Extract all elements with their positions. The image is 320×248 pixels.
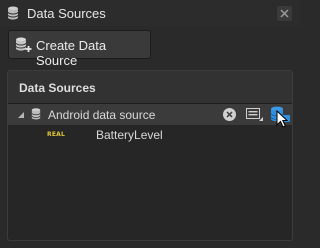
tree-item-label: Android data source [48, 108, 156, 122]
create-data-source-button[interactable]: Create Data Source [8, 30, 151, 68]
close-button[interactable] [277, 6, 292, 21]
panel-header: Data Sources [8, 71, 292, 104]
close-icon [280, 9, 289, 18]
expand-triangle-icon[interactable] [17, 111, 25, 119]
card-icon[interactable] [246, 108, 264, 122]
tree-item-android-data-source[interactable]: Android data source [8, 104, 292, 128]
tree-item-label: BatteryLevel [96, 128, 163, 142]
clear-button[interactable] [223, 108, 236, 121]
clear-icon [226, 111, 233, 118]
panel-title: Data Sources [19, 81, 96, 95]
window-title: Data Sources [27, 6, 106, 21]
data-sources-panel: Data Sources Android data source REAL Ba… [7, 70, 293, 241]
database-add-icon [15, 37, 32, 52]
window-titlebar: Data Sources [0, 0, 300, 26]
tree-item-battery-level[interactable]: REAL BatteryLevel [8, 125, 292, 145]
database-icon [31, 108, 41, 120]
type-badge: REAL [47, 131, 65, 138]
create-data-source-label: Create Data Source [36, 38, 107, 68]
database-icon [7, 6, 19, 20]
